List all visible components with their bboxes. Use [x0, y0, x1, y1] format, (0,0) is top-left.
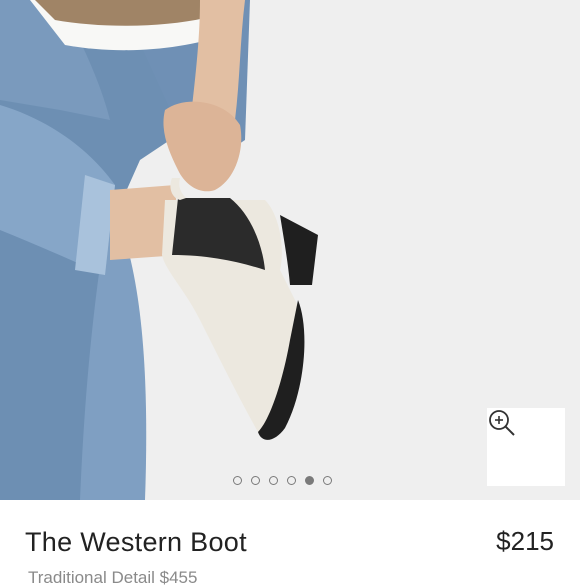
traditional-price: Traditional Detail $455 — [28, 568, 198, 587]
carousel-pagination — [233, 476, 332, 485]
carousel-dot[interactable] — [287, 476, 296, 485]
carousel-dot[interactable] — [323, 476, 332, 485]
product-price: $215 — [496, 526, 554, 556]
carousel-dot[interactable] — [269, 476, 278, 485]
product-title: The Western Boot — [25, 527, 247, 557]
carousel-dot[interactable] — [251, 476, 260, 485]
carousel-dot[interactable] — [233, 476, 242, 485]
zoom-in-icon — [489, 410, 515, 436]
carousel-dot[interactable] — [305, 476, 314, 485]
product-image[interactable] — [0, 0, 580, 500]
zoom-button[interactable] — [487, 408, 565, 486]
